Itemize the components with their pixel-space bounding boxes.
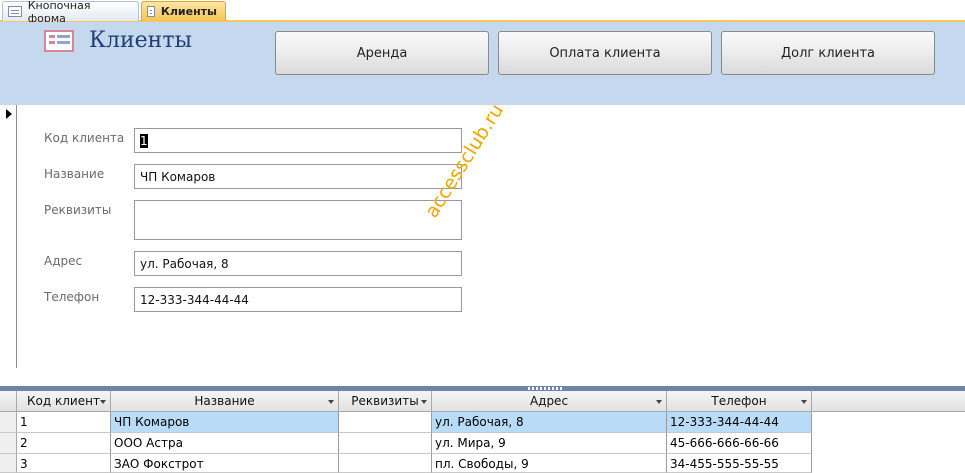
phone-label: Телефон	[44, 290, 100, 304]
cell-name[interactable]: ООО Астра	[111, 433, 339, 454]
cell-phone[interactable]: 12-333-344-44-44	[667, 412, 812, 433]
name-label: Название	[44, 167, 105, 181]
requisites-label: Реквизиты	[44, 203, 112, 217]
table-row[interactable]: 2 ООО Астра ул. Мира, 9 45-666-666-66-66	[0, 433, 812, 454]
rent-button[interactable]: Аренда	[275, 31, 489, 75]
dropdown-arrow-icon[interactable]	[656, 400, 662, 404]
column-header-address[interactable]: Адрес	[432, 391, 667, 412]
cell-address[interactable]: пл. Свободы, 9	[432, 454, 667, 473]
form-logo-icon	[44, 30, 74, 52]
client-id-value: 1	[140, 134, 148, 148]
table-row[interactable]: 3 ЗАО Фокстрот пл. Свободы, 9 34-455-555…	[0, 454, 812, 473]
cell-client-id[interactable]: 2	[17, 433, 111, 454]
cell-client-id[interactable]: 3	[17, 454, 111, 473]
column-header-label: Реквизиты	[351, 394, 419, 408]
cell-address[interactable]: ул. Рабочая, 8	[432, 412, 667, 433]
cell-requisites[interactable]	[339, 454, 432, 473]
datasheet: Код клиент Название Реквизиты Адрес Теле…	[0, 391, 965, 473]
row-selector[interactable]	[0, 454, 17, 473]
column-header-label: Адрес	[529, 394, 569, 408]
tab-clients[interactable]: Клиенты	[141, 1, 226, 21]
dropdown-arrow-icon[interactable]	[421, 400, 427, 404]
address-label: Адрес	[44, 254, 83, 268]
column-header-name[interactable]: Название	[111, 391, 339, 412]
name-field[interactable]: ЧП Комаров	[134, 164, 462, 189]
dropdown-arrow-icon[interactable]	[328, 400, 334, 404]
watermark: accessclub.ru	[420, 100, 509, 222]
tab-label: Кнопочная форма	[27, 0, 91, 25]
address-field[interactable]: ул. Рабочая, 8	[134, 251, 462, 276]
current-record-arrow-icon	[6, 109, 12, 119]
cell-address[interactable]: ул. Мира, 9	[432, 433, 667, 454]
splitter-grip-icon[interactable]	[528, 387, 564, 390]
requisites-field[interactable]	[134, 200, 462, 240]
cell-requisites[interactable]	[339, 412, 432, 433]
page-title: Клиенты	[89, 28, 193, 53]
document-tab-strip: Кнопочная форма Клиенты	[0, 0, 965, 25]
column-header-label: Код клиент	[27, 394, 100, 408]
dropdown-arrow-icon[interactable]	[801, 400, 807, 404]
record-selector[interactable]	[0, 105, 17, 368]
cell-name[interactable]: ЧП Комаров	[111, 412, 339, 433]
column-header-label: Название	[194, 394, 255, 408]
client-id-field[interactable]: 1	[134, 128, 462, 153]
phone-field[interactable]: 12-333-344-44-44	[134, 287, 462, 312]
column-header-phone[interactable]: Телефон	[667, 391, 812, 412]
column-header-label: Телефон	[711, 394, 767, 408]
tab-switchboard-form[interactable]: Кнопочная форма	[2, 0, 139, 25]
cell-name[interactable]: ЗАО Фокстрот	[111, 454, 339, 473]
client-debt-button[interactable]: Долг клиента	[721, 31, 935, 75]
cell-requisites[interactable]	[339, 433, 432, 454]
dropdown-arrow-icon[interactable]	[100, 400, 106, 404]
column-header-client-id[interactable]: Код клиент	[17, 391, 111, 412]
table-row[interactable]: 1 ЧП Комаров ул. Рабочая, 8 12-333-344-4…	[0, 412, 812, 433]
cell-phone[interactable]: 45-666-666-66-66	[667, 433, 812, 454]
form-header: Клиенты Аренда Оплата клиента Долг клиен…	[0, 22, 965, 105]
cell-phone[interactable]: 34-455-555-55-55	[667, 454, 812, 473]
select-all-corner[interactable]	[0, 391, 17, 412]
form-icon	[8, 6, 22, 17]
client-payment-button[interactable]: Оплата клиента	[498, 31, 712, 75]
row-selector[interactable]	[0, 433, 17, 454]
form-icon	[147, 6, 155, 17]
row-selector[interactable]	[0, 412, 17, 433]
cell-client-id[interactable]: 1	[17, 412, 111, 433]
tab-label: Клиенты	[160, 5, 217, 18]
column-header-requisites[interactable]: Реквизиты	[339, 391, 432, 412]
client-id-label: Код клиента	[44, 131, 125, 145]
